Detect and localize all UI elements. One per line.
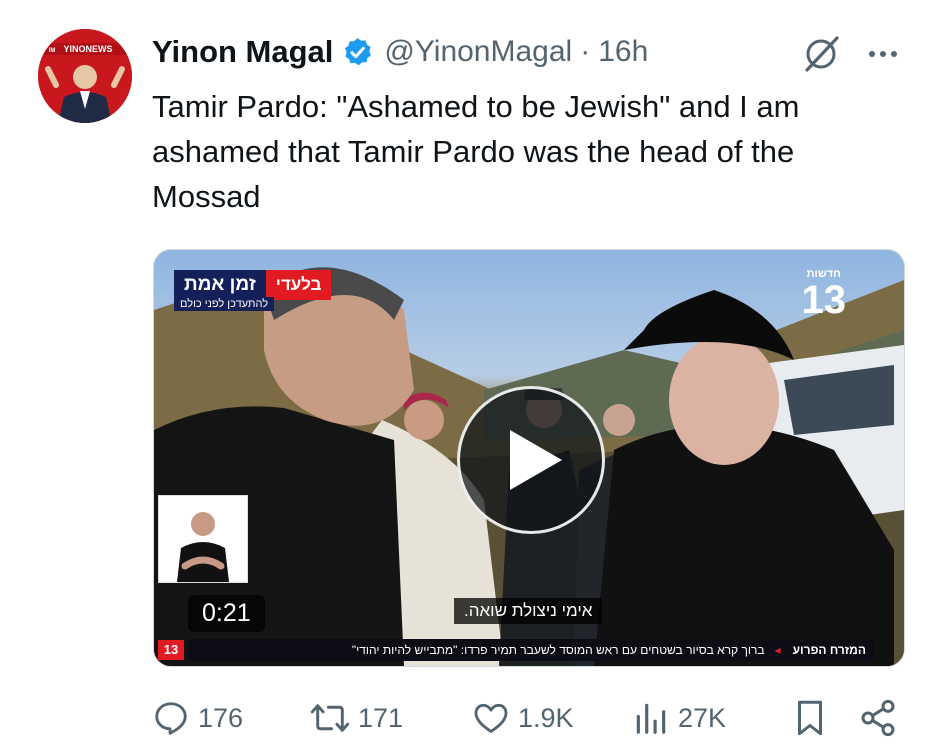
repost-icon — [310, 704, 350, 732]
live-badge-label: בלעדי — [265, 270, 332, 300]
views-button[interactable]: 27K — [632, 695, 726, 741]
video-duration: 0:21 — [188, 595, 265, 632]
ticker-logo: 13 — [158, 640, 184, 660]
avatar-badge-prefix: IM — [49, 48, 56, 54]
more-dot — [891, 51, 897, 57]
reply-count: 176 — [198, 702, 244, 733]
like-button[interactable]: 1.9K — [472, 695, 574, 741]
more-icon[interactable] — [862, 34, 904, 74]
live-badge-title: זמן אמת — [174, 270, 266, 300]
author-avatar[interactable]: YINONEWS IM — [38, 29, 132, 123]
bookmark-icon — [798, 700, 822, 736]
video-player[interactable]: זמן אמת בלעדי להתעדכן לפני כולם חדשות 13… — [153, 249, 905, 667]
verified-badge-icon — [345, 37, 372, 65]
reply-button[interactable]: 176 — [152, 695, 243, 741]
avatar-badge-text: YINONEWS — [63, 44, 112, 54]
ticker-separator-icon: ◂ — [774, 643, 781, 657]
like-count: 1.9K — [518, 702, 574, 733]
channel-logo-number: 13 — [801, 278, 847, 322]
tweet-timestamp[interactable]: 16h — [598, 35, 648, 69]
header-separator: · — [580, 35, 591, 68]
ticker-text: ברוך קרא בסיור בשטחים עם ראש המוסד לשעבר… — [351, 643, 765, 657]
sign-language-figure — [177, 512, 229, 582]
author-handle[interactable]: @YinonMagal — [384, 35, 572, 69]
action-bar: 176 171 1.9K 27K — [152, 695, 904, 741]
repost-count: 171 — [358, 702, 404, 733]
channel-logo: חדשות 13 — [802, 268, 847, 320]
ticker-tag: המזרח הפרוע — [784, 643, 874, 657]
author-name[interactable]: Yinon Magal — [152, 34, 333, 70]
sign-language-inset — [158, 495, 248, 583]
more-dot — [869, 51, 875, 57]
news-ticker: המזרח הפרוע ◂ ברוך קרא בסיור בשטחים עם ר… — [188, 639, 874, 661]
play-icon[interactable] — [457, 386, 605, 534]
live-badge-subtitle: להתעדכן לפני כולם — [174, 297, 275, 311]
views-icon — [636, 703, 666, 734]
repost-button[interactable]: 171 — [310, 695, 403, 741]
play-triangle — [510, 430, 562, 490]
tweet-text: Tamir Pardo: "Ashamed to be Jewish" and … — [152, 89, 800, 214]
like-icon — [474, 703, 508, 733]
reply-icon — [155, 702, 187, 735]
avatar-image: YINONEWS IM — [38, 29, 132, 123]
grok-icon[interactable] — [801, 34, 841, 74]
share-icon — [861, 699, 895, 737]
bookmark-button[interactable] — [792, 695, 836, 741]
share-button[interactable] — [858, 695, 906, 741]
video-subtitle: אימי ניצולת שואה. — [454, 598, 603, 624]
more-dot — [880, 51, 886, 57]
views-count: 27K — [678, 702, 727, 733]
